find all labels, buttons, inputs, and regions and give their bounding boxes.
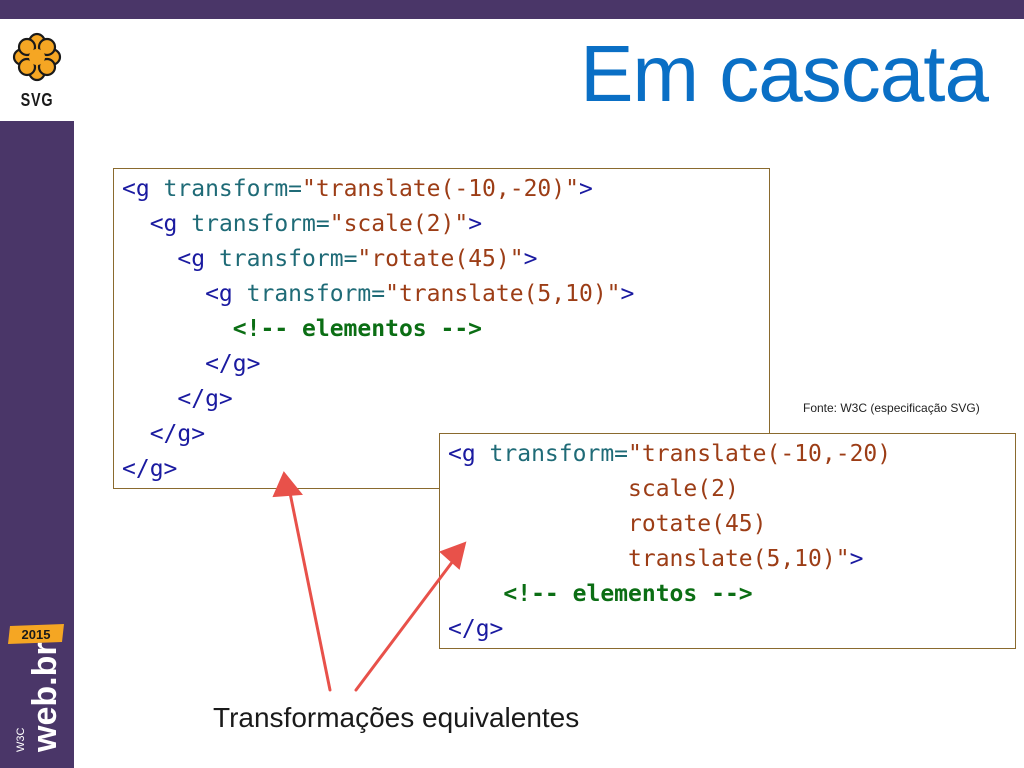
- code-token: "rotate(45)": [357, 246, 524, 272]
- code-token: <!-- elementos -->: [232, 316, 483, 342]
- code-token: </g>: [448, 616, 504, 642]
- top-bar: [0, 0, 1024, 19]
- code-line: translate(5,10)">: [448, 542, 1015, 577]
- code-token: =: [371, 281, 386, 307]
- code-token: transform: [218, 246, 344, 272]
- webbr-2015-badge: 2015 web.br W3C: [0, 620, 74, 760]
- code-token: =: [288, 176, 303, 202]
- code-token: transform: [163, 176, 289, 202]
- caption: Transformações equivalentes: [213, 702, 580, 733]
- code-token: >: [620, 281, 635, 307]
- code-token: <g: [122, 176, 164, 202]
- webbr-2015-logo-icon: 2015 web.br W3C: [8, 624, 64, 753]
- code-line: <g transform="scale(2)">: [122, 207, 769, 242]
- code-token: <g: [122, 281, 247, 307]
- code-token: >: [578, 176, 593, 202]
- code-token: >: [849, 546, 864, 572]
- code-token: <g: [122, 246, 219, 272]
- badge-year: 2015: [22, 627, 51, 642]
- code-token: "translate(5,10)": [385, 281, 621, 307]
- badge-name: web.br: [26, 642, 64, 753]
- page-title: Em cascata: [580, 29, 989, 118]
- code-token: <!-- elementos -->: [503, 581, 753, 607]
- code-token: >: [523, 246, 538, 272]
- code-line: <g transform="rotate(45)">: [122, 242, 769, 277]
- code-line: </g>: [122, 382, 769, 417]
- code-block-combined: <g transform="translate(-10,-20) scale(2…: [439, 433, 1016, 649]
- code-token: translate(5,10)": [628, 546, 850, 572]
- code-line: <g transform="translate(-10,-20)">: [122, 172, 769, 207]
- code-token: </g>: [122, 456, 178, 482]
- code-token: </g>: [122, 386, 233, 412]
- code-line: </g>: [122, 347, 769, 382]
- code-line: </g>: [448, 612, 1015, 647]
- code-token: </g>: [122, 351, 261, 377]
- code-token: rotate(45): [628, 511, 767, 537]
- code-line: scale(2): [448, 472, 1015, 507]
- code-token: <g: [448, 441, 490, 467]
- code-token: transform: [489, 441, 615, 467]
- code-token: scale(2): [628, 476, 739, 502]
- code-token: "scale(2)": [329, 211, 469, 237]
- code-line: <g transform="translate(-10,-20): [448, 437, 1015, 472]
- code-token: =: [315, 211, 330, 237]
- badge-org: W3C: [15, 728, 27, 753]
- code-token: </g>: [122, 421, 206, 447]
- source-note: Fonte: W3C (especificação SVG): [803, 401, 980, 415]
- code-token: =: [343, 246, 358, 272]
- code-token: =: [614, 441, 629, 467]
- code-line: <!-- elementos -->: [122, 312, 769, 347]
- code-line: rotate(45): [448, 507, 1015, 542]
- svg-logo-text: SVG: [20, 90, 54, 110]
- code-token: "translate(-10,-20)": [302, 176, 579, 202]
- code-line: <!-- elementos -->: [448, 577, 1015, 612]
- code-token: <g: [122, 211, 192, 237]
- arrow-to-nested-icon: [272, 471, 332, 692]
- code-token: "translate(-10,-20): [628, 441, 892, 467]
- code-token: transform: [246, 281, 372, 307]
- code-line: <g transform="translate(5,10)">: [122, 277, 769, 312]
- code-token: >: [468, 211, 483, 237]
- code-token: transform: [191, 211, 316, 237]
